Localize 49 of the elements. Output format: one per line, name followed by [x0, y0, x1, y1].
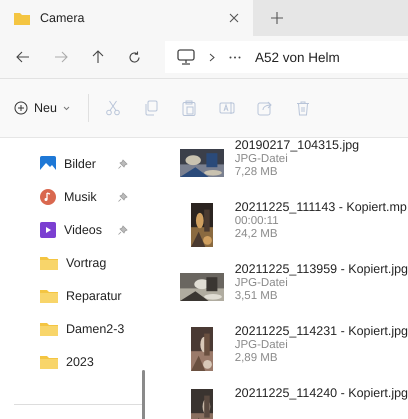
folder-icon [14, 12, 30, 24]
scrollbar-thumb[interactable] [142, 370, 145, 419]
plus-circle-icon [14, 101, 28, 115]
file-name: 20211225_114231 - Kopiert.jpg [234, 324, 408, 338]
sidebar-item[interactable]: Musik [40, 180, 142, 213]
file-item[interactable]: 20211225_113959 - Kopiert.jpg JPG-Datei 3,51 MB [168, 262, 408, 324]
file-item[interactable]: 20190217_104315.jpg JPG-Datei 7,28 MB [168, 138, 408, 200]
sidebar-item[interactable]: Videos [40, 213, 142, 246]
file-size: 24,2 MB [234, 228, 279, 240]
caret-icon [62, 106, 70, 110]
file-name: 20211225_111143 - Kopiert.mp [234, 200, 407, 214]
pictures-icon [40, 156, 56, 172]
tab[interactable]: Camera [0, 0, 253, 36]
file-type: JPG-Datei [234, 339, 289, 351]
file-name: 20211225_114240 - Kopiert.jpg [234, 386, 408, 400]
music-icon [40, 188, 56, 204]
folder-icon [40, 322, 58, 336]
back-icon[interactable] [16, 51, 30, 63]
folder-icon [40, 256, 58, 270]
sidebar-item[interactable]: Bilder [40, 147, 142, 180]
videos-icon [40, 222, 56, 238]
sidebar-item[interactable]: 2023 [40, 345, 142, 378]
sidebar-item[interactable]: Vortrag [40, 246, 142, 279]
file-size: 7,28 MB [234, 166, 279, 178]
file-item[interactable]: 20211225_114231 - Kopiert.jpg JPG-Datei 2,89 MB [168, 324, 408, 386]
chevron-icon [209, 52, 215, 62]
file-size: 3,51 MB [234, 290, 279, 302]
new-button[interactable]: Neu [12, 97, 72, 119]
file-size: 2,89 MB [234, 352, 279, 364]
file-item[interactable]: 20211225_114240 - Kopiert.jpg [168, 386, 408, 419]
address-bar[interactable]: A52 von Helm [165, 41, 408, 73]
new-tab-icon[interactable] [271, 12, 283, 24]
folder-icon [40, 354, 58, 368]
file-item[interactable]: 20211225_111143 - Kopiert.mp 00:00:11 24,2 MB [168, 200, 408, 262]
more-icon[interactable] [229, 56, 241, 58]
sidebar-item[interactable]: Damen2-3 [40, 312, 142, 345]
file-type: JPG-Datei [234, 153, 289, 165]
forward-icon[interactable] [54, 51, 68, 63]
folder-icon [40, 288, 58, 302]
file-name: 20190217_104315.jpg [234, 138, 360, 152]
close-icon[interactable] [229, 13, 239, 23]
address-path: A52 von Helm [255, 50, 340, 64]
file-type: JPG-Datei [234, 277, 289, 289]
monitor-icon [177, 49, 195, 65]
up-icon[interactable] [92, 50, 104, 64]
file-type: 00:00:11 [234, 215, 280, 227]
refresh-icon[interactable] [128, 50, 141, 64]
file-name: 20211225_113959 - Kopiert.jpg [234, 262, 408, 276]
sidebar-item[interactable]: Reparatur [40, 279, 142, 312]
